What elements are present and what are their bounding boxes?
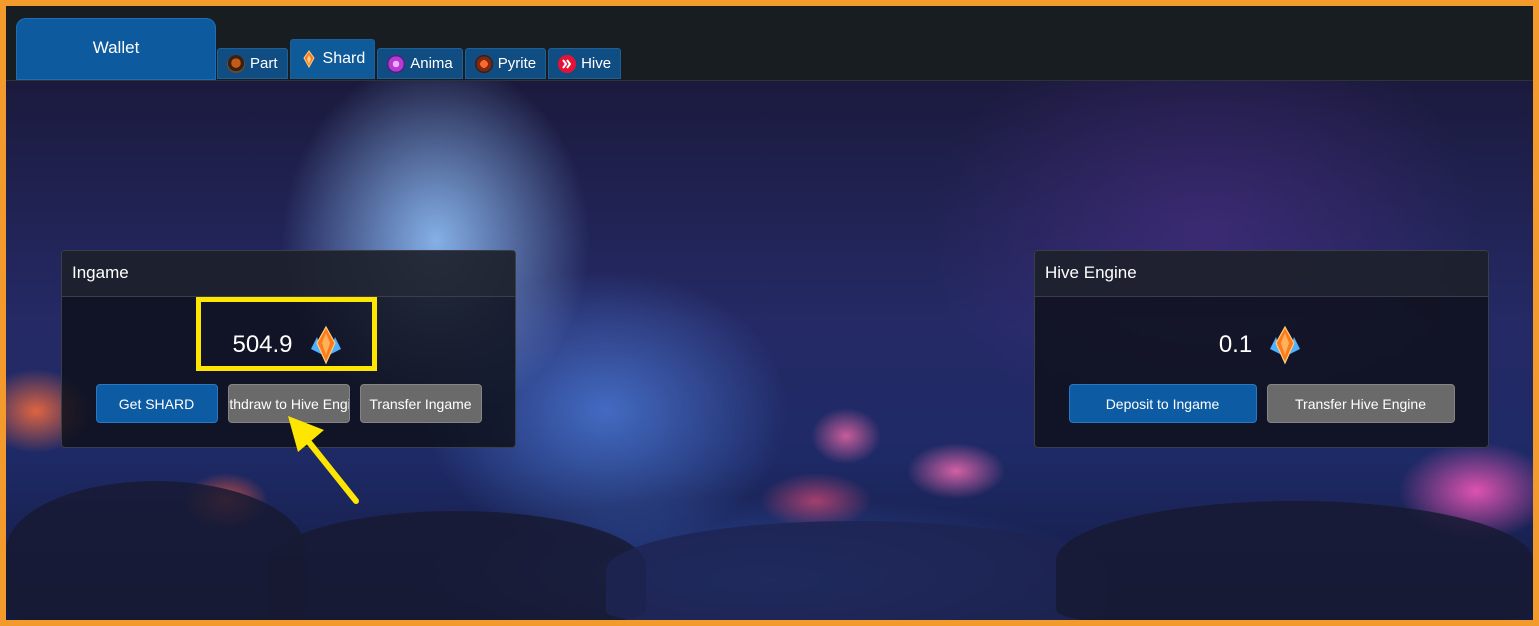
deposit-to-ingame-button[interactable]: Deposit to Ingame (1068, 384, 1257, 423)
hive-engine-panel: Hive Engine 0.1 Deposit to Ingame Transf… (1034, 250, 1489, 448)
hive-engine-balance: 0.1 (1035, 325, 1488, 365)
tab-anima[interactable]: Anima (377, 48, 463, 79)
pyrite-icon (474, 54, 493, 73)
anima-icon (387, 54, 406, 73)
currency-tabs: Part Shard Anima Pyrite Hive (217, 39, 622, 79)
shard-gem-icon (1266, 325, 1304, 365)
ingame-panel-title: Ingame (62, 251, 515, 297)
tab-hive[interactable]: Hive (548, 48, 622, 79)
annotation-arrow-icon (288, 416, 359, 504)
shard-icon (300, 50, 318, 69)
amount-highlight-box (196, 297, 377, 371)
get-shard-button[interactable]: Get SHARD (95, 384, 218, 423)
hive-icon (558, 54, 577, 73)
hive-engine-amount: 0.1 (1218, 331, 1253, 358)
tab-part-label: Part (250, 55, 278, 72)
tab-part[interactable]: Part (217, 48, 288, 79)
part-icon (227, 54, 245, 73)
hive-engine-panel-title: Hive Engine (1035, 251, 1488, 297)
top-bar: Wallet Part Shard Anima Pyrite Hive (6, 6, 1533, 81)
rock-decoration (606, 521, 1106, 620)
transfer-hive-engine-button[interactable]: Transfer Hive Engine (1266, 384, 1455, 423)
tab-anima-label: Anima (410, 55, 453, 72)
transfer-ingame-button[interactable]: Transfer Ingame (359, 384, 482, 423)
tab-shard[interactable]: Shard (289, 39, 376, 79)
app-frame: Wallet Part Shard Anima Pyrite Hive Inga… (6, 6, 1533, 620)
rock-decoration (6, 481, 306, 620)
tab-pyrite[interactable]: Pyrite (464, 48, 547, 79)
tab-pyrite-label: Pyrite (497, 55, 537, 72)
tab-shard-label: Shard (322, 50, 366, 67)
rock-decoration (266, 511, 646, 620)
wallet-title-tab[interactable]: Wallet (16, 18, 216, 80)
rock-decoration (1056, 501, 1533, 620)
tab-hive-label: Hive (581, 55, 612, 72)
hive-engine-actions: Deposit to Ingame Transfer Hive Engine (1035, 384, 1488, 423)
